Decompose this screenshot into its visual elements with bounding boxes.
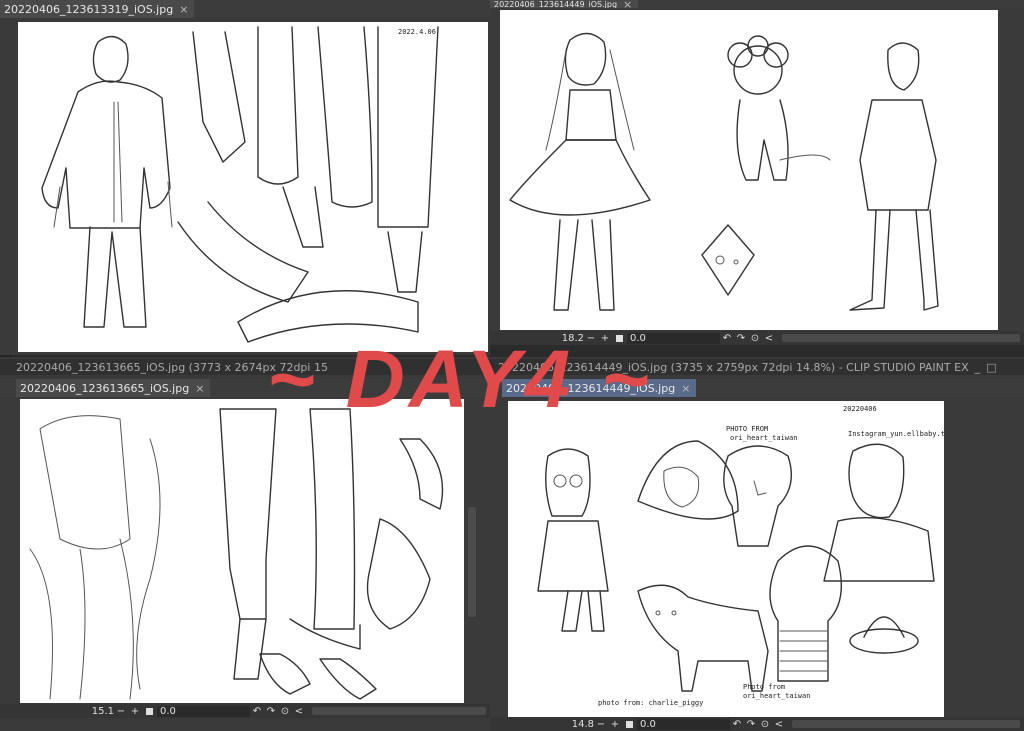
- tab-label: 20220406_123613319_iOS.jpg: [4, 2, 174, 16]
- sketch-note-photo-from-1: PHOTO FROM: [726, 425, 768, 433]
- status-bar: 18.2 − + 0.0 ↶ ↷ ⊙ <: [490, 331, 1024, 345]
- sketch-note-instagram: Instagram_yun.ellbaby.tw: [848, 430, 944, 438]
- zoom-out-button[interactable]: −: [114, 706, 128, 717]
- rotate-left-icon[interactable]: ↶: [720, 333, 734, 344]
- rotate-right-icon[interactable]: ↷: [264, 706, 278, 717]
- drawing-canvas[interactable]: [500, 10, 998, 330]
- canvas-window-1: 20220406_123613319_iOS.jpg × 2022.4.06: [0, 0, 490, 355]
- rotation-angle[interactable]: 0.0: [157, 705, 250, 717]
- scroll-left-icon[interactable]: <: [762, 333, 776, 344]
- tab-document-1[interactable]: 20220406_123613319_iOS.jpg ×: [0, 0, 195, 18]
- fit-view-icon[interactable]: [616, 334, 623, 342]
- tab-label: 20220406_123614449_iOS.jpg: [494, 0, 618, 8]
- reset-rotation-icon[interactable]: ⊙: [758, 719, 772, 730]
- sketch-note-date: 20220406: [843, 405, 877, 413]
- drawing-canvas[interactable]: 2022.4.06: [18, 22, 488, 352]
- tab-document-2[interactable]: 20220406_123614449_iOS.jpg ×: [490, 0, 639, 8]
- reset-rotation-icon[interactable]: ⊙: [278, 706, 292, 717]
- zoom-level[interactable]: 14.8: [560, 719, 594, 730]
- zoom-in-button[interactable]: +: [128, 706, 142, 717]
- zoom-in-button[interactable]: +: [608, 719, 622, 730]
- rotate-right-icon[interactable]: ↷: [744, 719, 758, 730]
- drawing-canvas[interactable]: 20220406 PHOTO FROM ori_heart_taiwan Ins…: [508, 401, 944, 717]
- rotation-angle[interactable]: 0.0: [637, 718, 730, 730]
- sketch-figure-pants-studies: [29, 408, 444, 700]
- maximize-button[interactable]: □: [986, 361, 996, 374]
- close-icon[interactable]: ×: [623, 0, 632, 8]
- fit-view-icon[interactable]: [626, 720, 633, 728]
- tab-document-4[interactable]: 20220406_123614449_iOS.jpg ×: [502, 379, 697, 397]
- canvas-window-3: 20220406_123613665_iOS.jpg (3773 x 2674p…: [0, 357, 490, 731]
- tab-bar: 20220406_123613319_iOS.jpg ×: [0, 0, 490, 18]
- status-bar: 15.1 − + 0.0 ↶ ↷ ⊙ <: [0, 704, 490, 718]
- sketch-note-photo-from-3b: ori_heart_taiwan: [743, 692, 810, 700]
- horizontal-scrollbar[interactable]: [782, 334, 1020, 342]
- scroll-left-icon[interactable]: <: [772, 719, 786, 730]
- scroll-left-icon[interactable]: <: [292, 706, 306, 717]
- tab-document-3[interactable]: 20220406_123613665_iOS.jpg ×: [16, 379, 211, 397]
- zoom-out-button[interactable]: −: [594, 719, 608, 730]
- horizontal-scrollbar[interactable]: [312, 707, 486, 715]
- fit-view-icon[interactable]: [146, 707, 153, 715]
- zoom-level[interactable]: 18.2: [550, 333, 584, 344]
- sketch-note-photo-from-2: photo from: charlie_piggy: [598, 699, 703, 707]
- canvas-window-4: 20220406_123614449_iOS.jpg (3735 x 2759p…: [490, 357, 1024, 731]
- window-title: 20220406_123613665_iOS.jpg (3773 x 2674p…: [16, 360, 328, 374]
- drawing-canvas[interactable]: [20, 399, 464, 703]
- status-bar: 14.8 − + 0.0 ↶ ↷ ⊙ <: [490, 717, 1024, 731]
- tab-bar: 20220406_123614449_iOS.jpg ×: [490, 0, 1024, 8]
- canvas-window-2: 20220406_123614449_iOS.jpg × 18.2 − + 0.…: [490, 0, 1024, 345]
- zoom-out-button[interactable]: −: [584, 333, 598, 344]
- tab-label: 20220406_123614449_iOS.jpg: [506, 381, 676, 395]
- window-title-bar: 20220406_123614449_iOS.jpg (3735 x 2759p…: [490, 359, 1024, 375]
- minimize-button[interactable]: _: [975, 361, 981, 374]
- tab-label: 20220406_123613665_iOS.jpg: [20, 381, 190, 395]
- sketch-figure-people-and-dogs: 20220406 PHOTO FROM ori_heart_taiwan Ins…: [537, 405, 944, 707]
- window-title: 20220406_123614449_iOS.jpg (3735 x 2759p…: [498, 360, 969, 374]
- horizontal-scrollbar[interactable]: [792, 720, 1020, 728]
- sketch-figure-coat-and-legs: 2022.4.06: [41, 26, 439, 343]
- zoom-in-button[interactable]: +: [598, 333, 612, 344]
- close-icon[interactable]: ×: [195, 382, 204, 395]
- close-icon[interactable]: ×: [179, 3, 188, 16]
- rotate-left-icon[interactable]: ↶: [250, 706, 264, 717]
- rotation-angle[interactable]: 0.0: [627, 332, 720, 344]
- reset-rotation-icon[interactable]: ⊙: [748, 333, 762, 344]
- sketch-note-photo-from-1b: ori_heart_taiwan: [730, 434, 797, 442]
- zoom-level[interactable]: 15.1: [80, 706, 114, 717]
- sketch-note-photo-from-3: Photo from: [743, 683, 785, 691]
- sketch-note-date: 2022.4.06: [398, 28, 436, 36]
- sketch-figure-characters: [509, 32, 939, 311]
- vertical-scrollbar[interactable]: [468, 507, 476, 617]
- rotate-left-icon[interactable]: ↶: [730, 719, 744, 730]
- tab-bar: 20220406_123614449_iOS.jpg ×: [490, 379, 1024, 397]
- tab-bar: 20220406_123613665_iOS.jpg ×: [0, 379, 490, 397]
- window-title-bar: 20220406_123613665_iOS.jpg (3773 x 2674p…: [0, 359, 490, 375]
- close-icon[interactable]: ×: [681, 382, 690, 395]
- rotate-right-icon[interactable]: ↷: [734, 333, 748, 344]
